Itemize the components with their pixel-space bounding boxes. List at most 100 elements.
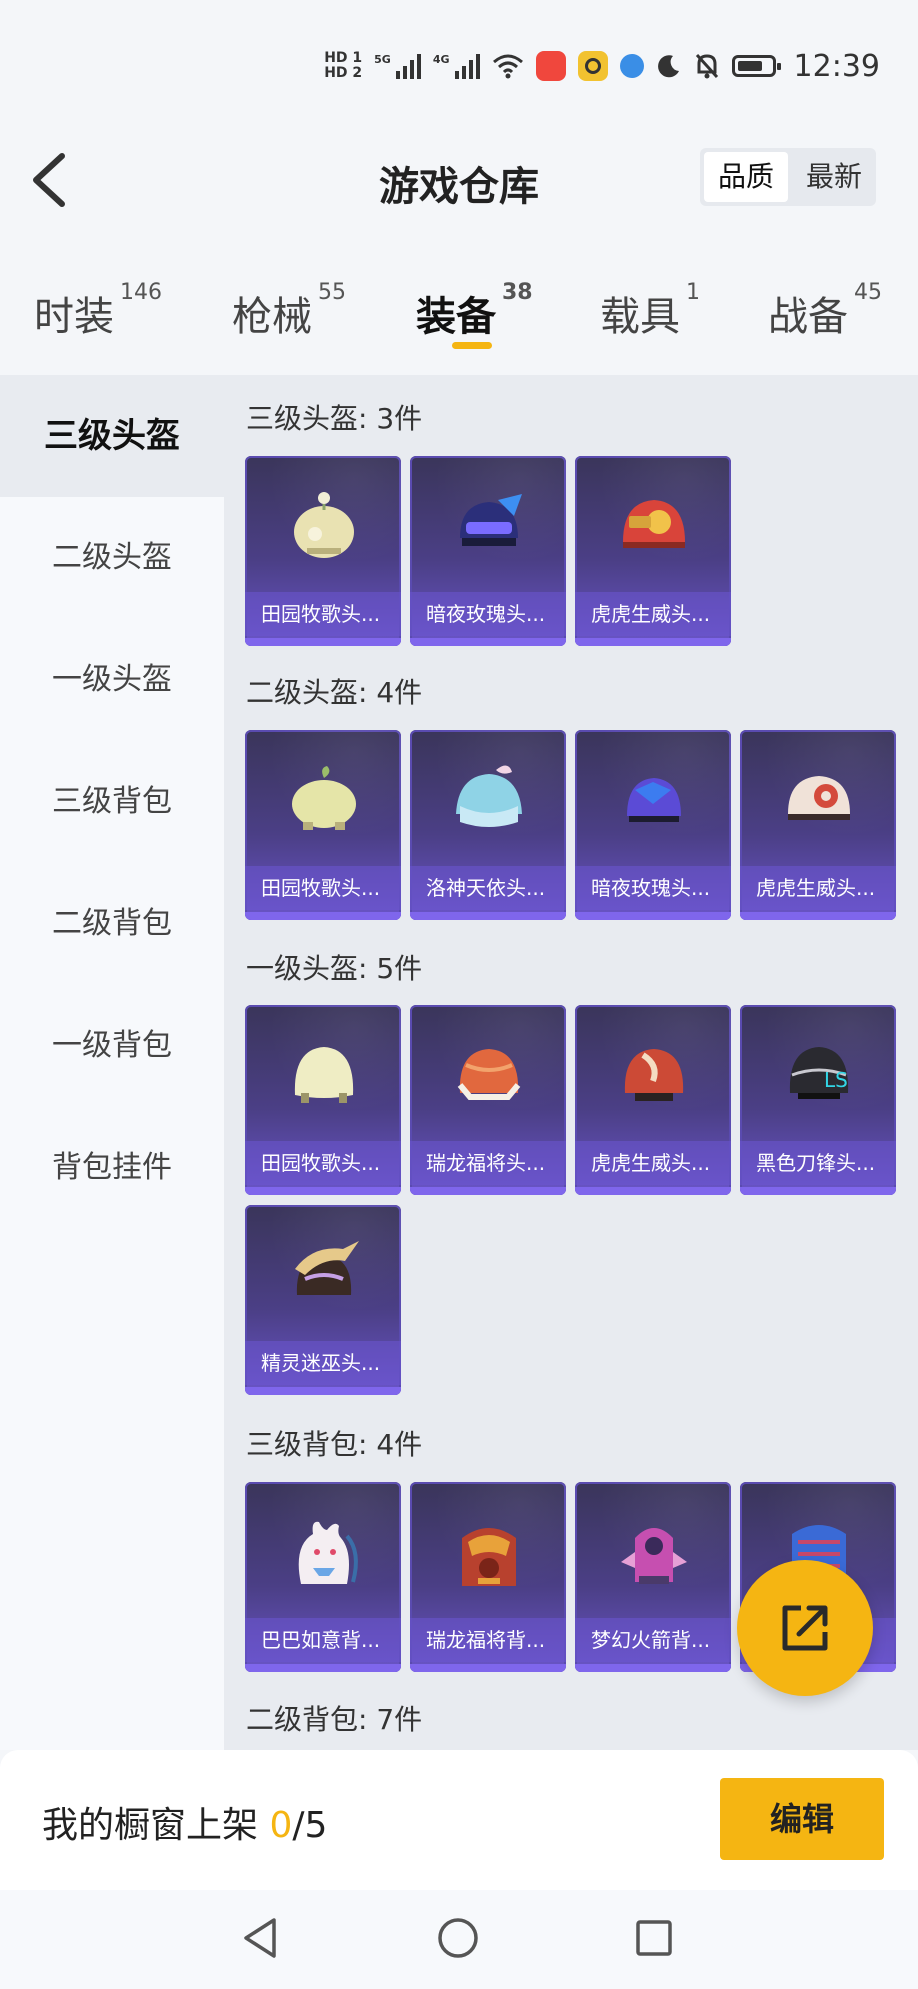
rarity-bar [575, 1664, 731, 1672]
sidebar-item-backpack-lv3[interactable]: 三级背包 [0, 741, 224, 863]
showcase-bar: 我的橱窗上架 0/5 编辑 [0, 1750, 918, 1890]
item-card[interactable]: 田园牧歌头... [245, 456, 401, 646]
nav-home-icon[interactable] [436, 1916, 480, 1960]
tab-label: 载具 [600, 294, 680, 340]
section-title: 一级头盔: 5件 [246, 952, 423, 985]
app-blue-icon [619, 54, 644, 78]
rarity-bar [245, 912, 401, 920]
tab-fashion[interactable]: 时装146 [34, 280, 162, 342]
item-name: 巴巴如意背... [245, 1618, 401, 1662]
helmet-icon [448, 486, 530, 568]
helmet-icon [448, 1035, 530, 1117]
item-name: 精灵迷巫头... [245, 1341, 401, 1385]
tab-vehicles[interactable]: 载具1 [600, 280, 700, 342]
item-card[interactable]: 虎虎生威头... [740, 730, 896, 920]
backpack-icon [448, 1512, 530, 1594]
showcase-status: 我的橱窗上架 0/5 [42, 1796, 327, 1848]
item-card[interactable]: 瑞龙福将头... [410, 1005, 566, 1195]
item-card[interactable]: 瑞龙福将背... [410, 1482, 566, 1672]
tab-equipment[interactable]: 装备38 [416, 280, 533, 342]
rarity-bar [575, 638, 731, 646]
helmet-icon [283, 1035, 365, 1117]
signal-5g-icon: 5G [374, 53, 421, 79]
tab-count: 55 [318, 280, 346, 305]
showcase-label: 我的橱窗上架 [42, 1805, 259, 1846]
tab-label: 枪械 [232, 294, 312, 340]
sort-latest-button[interactable]: 最新 [792, 152, 876, 202]
tab-supplies[interactable]: 战备45 [768, 280, 882, 342]
sort-quality-button[interactable]: 品质 [704, 152, 788, 202]
app-yellow-icon [577, 51, 608, 81]
sidebar-item-helmet-lv2[interactable]: 二级头盔 [0, 497, 224, 619]
item-name: 瑞龙福将头... [410, 1141, 566, 1185]
item-name: 暗夜玫瑰头... [410, 592, 566, 636]
helmet-icon [613, 760, 695, 842]
item-card[interactable]: 田园牧歌头... [245, 730, 401, 920]
item-card[interactable]: 洛神天依头... [410, 730, 566, 920]
item-card[interactable]: 虎虎生威头... [575, 1005, 731, 1195]
helmet-icon [778, 760, 860, 842]
hd-indicator: HD 1 HD 2 [324, 51, 362, 81]
tab-count: 146 [120, 280, 162, 305]
helmet-icon [283, 486, 365, 568]
tab-count: 1 [686, 280, 700, 305]
sidebar-item-backpack-charm[interactable]: 背包挂件 [0, 1107, 224, 1229]
tab-guns[interactable]: 枪械55 [232, 280, 346, 342]
item-name: 暗夜玫瑰头... [575, 866, 731, 910]
rarity-bar [740, 912, 896, 920]
clock-time: 12:39 [793, 48, 880, 84]
sort-toggle: 品质 最新 [700, 148, 876, 206]
signal-4g-icon: 4G [433, 53, 480, 79]
showcase-total: /5 [292, 1805, 328, 1846]
section-title: 三级背包: 4件 [246, 1428, 423, 1461]
bell-off-icon [695, 53, 718, 79]
sidebar-item-backpack-lv1[interactable]: 一级背包 [0, 985, 224, 1107]
item-card[interactable]: 暗夜玫瑰头... [410, 456, 566, 646]
tab-label: 时装 [34, 294, 114, 340]
category-tabs: 时装146 枪械55 装备38 载具1 战备45 [0, 270, 918, 370]
tab-label: 战备 [768, 294, 848, 340]
sidebar-item-helmet-lv1[interactable]: 一级头盔 [0, 619, 224, 741]
backpack-icon [613, 1512, 695, 1594]
item-name: 瑞龙福将背... [410, 1618, 566, 1662]
item-name: 田园牧歌头... [245, 866, 401, 910]
item-name: 虎虎生威头... [575, 592, 731, 636]
item-card[interactable]: 精灵迷巫头... [245, 1205, 401, 1395]
battery-icon [731, 55, 781, 77]
status-bar: HD 1 HD 2 5G 4G 12:39 [0, 0, 918, 120]
item-card[interactable]: 虎虎生威头... [575, 456, 731, 646]
tab-count: 38 [502, 280, 533, 305]
active-tab-indicator [452, 342, 492, 349]
nav-back-icon[interactable] [240, 1916, 280, 1960]
hd2-label: HD 2 [324, 65, 363, 81]
item-grid: 三级头盔: 3件 田园牧歌头... 暗夜玫瑰头... 虎虎生威头... 二级头盔… [224, 375, 918, 1750]
item-card[interactable]: LS 黑色刀锋头... [740, 1005, 896, 1195]
item-card[interactable]: 暗夜玫瑰头... [575, 730, 731, 920]
app-header: 游戏仓库 品质 最新 [0, 120, 918, 240]
rarity-bar [740, 1187, 896, 1195]
item-card[interactable]: 田园牧歌头... [245, 1005, 401, 1195]
rarity-bar [410, 1187, 566, 1195]
section-title: 三级头盔: 3件 [246, 402, 423, 435]
sidebar-item-helmet-lv3[interactable]: 三级头盔 [0, 375, 224, 497]
wifi-icon [492, 54, 523, 79]
item-name: 虎虎生威头... [740, 866, 896, 910]
helmet-icon [283, 1235, 365, 1317]
item-name: 田园牧歌头... [245, 1141, 401, 1185]
item-name: 黑色刀锋头... [740, 1141, 896, 1185]
nav-recents-icon[interactable] [634, 1916, 674, 1960]
item-card[interactable]: 梦幻火箭背... [575, 1482, 731, 1672]
tab-count: 45 [854, 280, 882, 305]
app-red-icon [535, 51, 566, 81]
edit-button[interactable]: 编辑 [720, 1778, 884, 1860]
item-card[interactable]: 巴巴如意背... [245, 1482, 401, 1672]
helmet-icon [613, 486, 695, 568]
sidebar-item-backpack-lv2[interactable]: 二级背包 [0, 863, 224, 985]
section-title: 二级背包: 7件 [246, 1703, 423, 1736]
helmet-icon: LS [778, 1035, 860, 1117]
item-name: 虎虎生威头... [575, 1141, 731, 1185]
tab-label: 装备 [416, 294, 496, 340]
rarity-bar [245, 638, 401, 646]
share-button[interactable] [737, 1560, 873, 1696]
item-name: 梦幻火箭背... [575, 1618, 731, 1662]
